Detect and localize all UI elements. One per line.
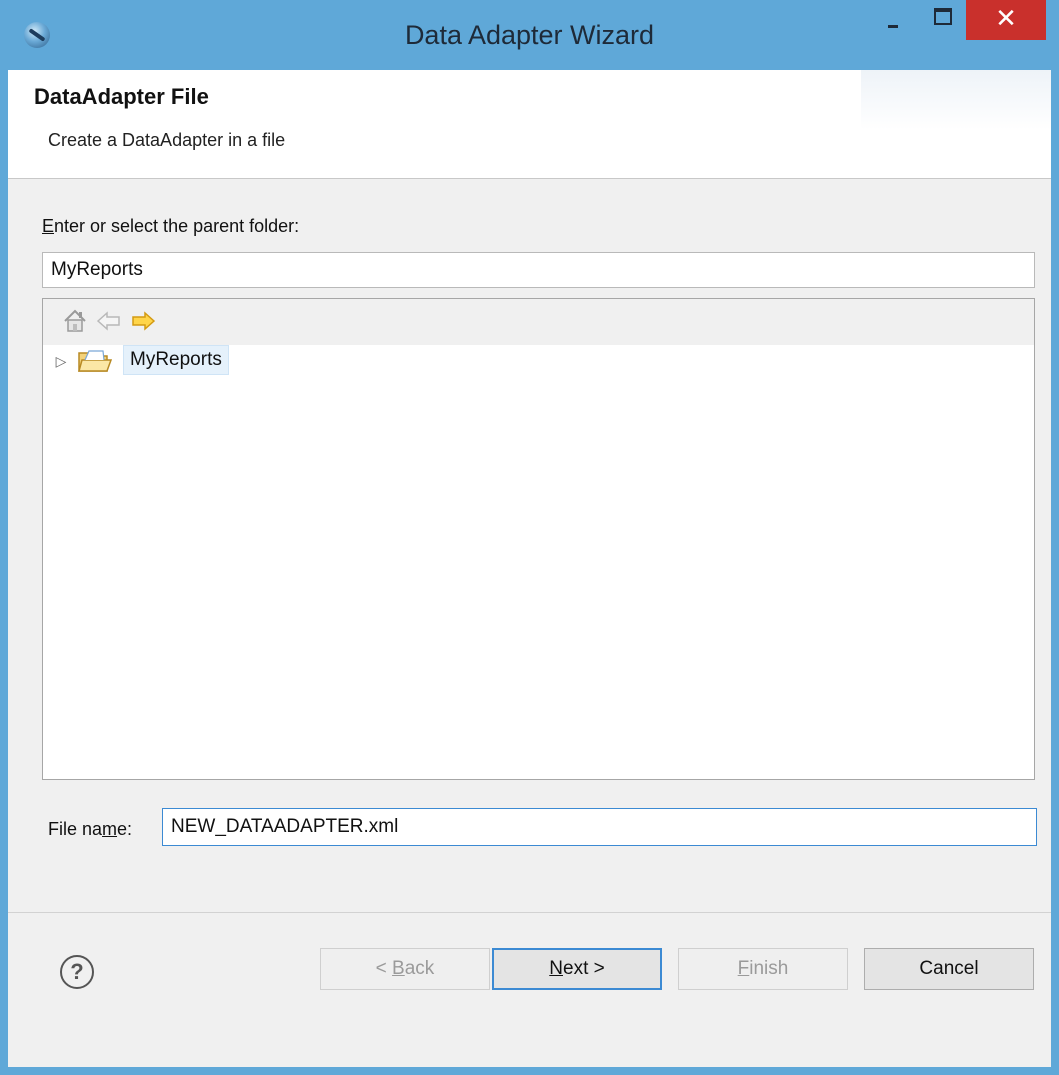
footer-divider: [8, 912, 1051, 913]
page-description: Create a DataAdapter in a file: [48, 130, 286, 150]
tree-item-myreports[interactable]: ▷ MyReports: [51, 345, 451, 377]
close-button[interactable]: ✕: [966, 0, 1046, 40]
title-bar[interactable]: Data Adapter Wizard ✕: [0, 0, 1059, 70]
file-name-label: File name:: [48, 819, 132, 840]
tree-item-label: MyReports: [130, 349, 222, 370]
button-label: <: [375, 958, 393, 979]
finish-button[interactable]: Finish: [678, 948, 848, 990]
parent-folder-input[interactable]: [42, 252, 1035, 288]
access-key: N: [549, 958, 563, 979]
back-button[interactable]: < Back: [320, 948, 490, 990]
forward-arrow-icon[interactable]: [129, 307, 157, 335]
expand-icon[interactable]: ▷: [51, 351, 71, 371]
close-icon: ✕: [995, 3, 1017, 33]
button-label: ext >: [563, 958, 605, 979]
button-label: ack: [404, 958, 435, 979]
folder-tree-panel[interactable]: ▷ MyReports: [42, 298, 1035, 780]
button-label: inish: [749, 958, 789, 979]
access-key: B: [392, 958, 405, 979]
header-banner: [861, 70, 1051, 130]
label-text: File na: [48, 819, 103, 839]
tree-toolbar: [43, 299, 1034, 345]
next-button[interactable]: Next >: [492, 948, 662, 990]
label-text: nter or select the parent folder:: [54, 216, 300, 236]
access-key: F: [737, 958, 750, 979]
page-title: DataAdapter File: [34, 84, 209, 109]
wizard-window: Data Adapter Wizard ✕ DataAdapter File C…: [0, 0, 1059, 1075]
wizard-header: DataAdapter File Create a DataAdapter in…: [8, 70, 1051, 179]
home-icon[interactable]: [61, 307, 89, 335]
file-name-input[interactable]: [162, 808, 1037, 846]
cancel-button[interactable]: Cancel: [864, 948, 1034, 990]
open-folder-icon: [77, 347, 113, 375]
parent-folder-label: Enter or select the parent folder:: [42, 216, 299, 237]
label-text: e:: [117, 819, 133, 839]
back-arrow-icon[interactable]: [95, 307, 123, 335]
access-key: m: [102, 819, 118, 839]
maximize-button[interactable]: [918, 0, 966, 40]
help-icon[interactable]: ?: [60, 955, 94, 989]
tree-item-selection[interactable]: MyReports: [123, 345, 229, 375]
access-key: E: [42, 216, 55, 236]
minimize-button[interactable]: [868, 0, 918, 40]
